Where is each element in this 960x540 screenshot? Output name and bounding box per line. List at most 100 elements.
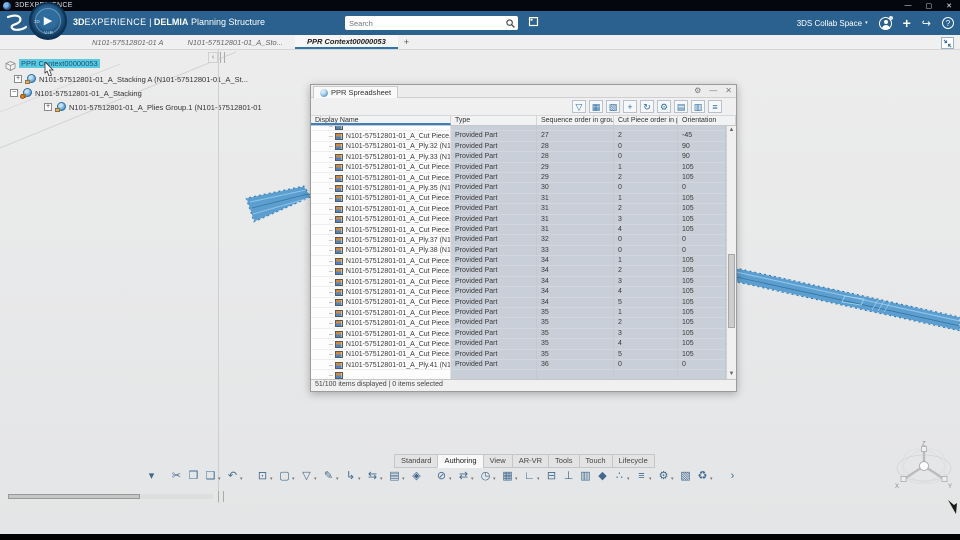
row-cutpiece-cell[interactable]: 4 — [614, 339, 678, 350]
row-cutpiece-cell[interactable]: 0 — [614, 141, 678, 153]
row-sequence-cell[interactable]: 31 — [537, 224, 614, 236]
share-icon[interactable]: ↪ — [922, 17, 931, 30]
table-row[interactable]: N101-57512801-01_A_Ply.33 (N101-...Provi… — [311, 152, 726, 163]
row-sequence-cell[interactable]: 35 — [537, 349, 614, 360]
row-type-cell[interactable]: Provided Part — [451, 328, 537, 340]
row-cutpiece-cell[interactable]: 3 — [614, 276, 678, 288]
delmia-cube-icon[interactable]: ◆ — [595, 469, 610, 484]
panel-list-icon[interactable]: ≡ ▾ — [634, 469, 654, 484]
row-orientation-cell[interactable]: 105 — [678, 256, 726, 267]
table-row[interactable]: N101-57512801-01_A_Cut Piece.59 (...Prov… — [311, 162, 726, 173]
row-name-cell[interactable]: N101-57512801-01_A_Cut Piece.67 (... — [311, 276, 451, 288]
dropdown-caret-icon[interactable]: ▾ — [515, 474, 520, 484]
tag-icon[interactable] — [526, 15, 541, 30]
refresh-icon[interactable]: ↻ — [640, 100, 654, 113]
row-cutpiece-cell[interactable]: 2 — [614, 318, 678, 329]
row-name-cell[interactable]: N101-57512801-01_A_Cut Piece.69 (... — [311, 297, 451, 309]
row-sequence-cell[interactable]: 27 — [537, 131, 614, 142]
table-row[interactable]: N101-57512801-01_A_Cut Piece.66 (...Prov… — [311, 266, 726, 277]
update-recycle-icon[interactable]: ♻ ▾ — [695, 469, 715, 484]
row-name-cell[interactable]: N101-57512801-01_A_Ply.35 (N101-... — [311, 183, 451, 194]
time-analysis-icon[interactable]: ◷ ▾ — [478, 469, 498, 484]
tree-item-label[interactable]: N101-57512801-01_A_Plies Group.1 (N101-5… — [69, 103, 262, 112]
row-name-cell[interactable]: N101-57512801-01_A_Cut Piece.74 (... — [311, 349, 451, 360]
toolbar-tab-standard[interactable]: Standard — [394, 454, 438, 468]
table-row[interactable]: N101-57512801-01_A_Cut Piece.64 (...Prov… — [311, 224, 726, 236]
row-orientation-cell[interactable]: 105 — [678, 224, 726, 236]
row-orientation-cell[interactable]: 105 — [678, 172, 726, 184]
document-tab[interactable]: N101-57512801-01_A_Sto... — [175, 35, 295, 49]
row-type-cell[interactable]: Provided Part — [451, 193, 537, 205]
dropdown-caret-icon[interactable]: ▾ — [380, 474, 385, 484]
table-row[interactable]: N101-57512801-01_A_Cut Piece.58 (...Prov… — [311, 131, 726, 142]
table-row[interactable]: N101-57512801-01_A_Cut Piece.65 (...Prov… — [311, 256, 726, 267]
column-header-type[interactable]: Type — [451, 116, 537, 125]
row-cutpiece-cell[interactable]: 0 — [614, 183, 678, 194]
row-orientation-cell[interactable]: 105 — [678, 193, 726, 205]
row-cutpiece-cell[interactable]: 1 — [614, 308, 678, 319]
user-avatar[interactable] — [878, 15, 893, 30]
tree-item[interactable]: PPR Context00000053 — [5, 58, 100, 71]
row-cutpiece-cell[interactable]: 0 — [614, 235, 678, 246]
row-name-cell[interactable]: N101-57512801-01_A_Cut Piece.65 (... — [311, 256, 451, 267]
table-row[interactable]: N101-57512801-01_A_Cut Piece.67 (...Prov… — [311, 276, 726, 288]
schedule-table-icon[interactable]: ▥ — [578, 469, 593, 484]
dropdown-caret-icon[interactable]: ▾ — [240, 474, 245, 484]
row-name-cell[interactable]: N101-57512801-01_A_Cut Piece.60 (... — [311, 172, 451, 184]
dropdown-caret-icon[interactable]: ▾ — [292, 474, 297, 484]
compass-button[interactable]: ▶ 3D V+R — [29, 2, 67, 40]
create-funnel-icon[interactable]: ▽ ▾ — [299, 469, 319, 484]
row-cutpiece-cell[interactable]: 0 — [614, 152, 678, 163]
row-name-cell[interactable]: N101-57512801-01_A_Ply.33 (N101-... — [311, 152, 451, 163]
dropdown-caret-icon[interactable]: ▾ — [218, 474, 223, 484]
window-settings-icon[interactable]: ⚙ — [694, 86, 701, 95]
row-sequence-cell[interactable]: 34 — [537, 276, 614, 288]
row-orientation-cell[interactable]: 105 — [678, 204, 726, 215]
row-sequence-cell[interactable]: 31 — [537, 214, 614, 225]
elbow-connector-icon[interactable]: ∟ ▾ — [522, 469, 542, 484]
row-name-cell[interactable]: N101-57512801-01_A_Cut Piece.62 (... — [311, 204, 451, 215]
row-name-cell[interactable]: N101-57512801-01_A_Cut Piece.59 (... — [311, 162, 451, 173]
row-type-cell[interactable]: Provided Part — [451, 359, 537, 371]
row-name-cell[interactable]: N101-57512801-01_A_Ply.38 (N101-... — [311, 245, 451, 257]
tree-item[interactable]: + N101-57512801-01_A_Stacking A (N101-575… — [14, 74, 248, 84]
row-cutpiece-cell[interactable]: 2 — [614, 131, 678, 142]
row-display-icon[interactable]: ≡ — [708, 100, 722, 113]
row-orientation-cell[interactable]: 90 — [678, 152, 726, 163]
row-orientation-cell[interactable]: 105 — [678, 287, 726, 298]
filter-icon[interactable]: ▽ — [572, 100, 586, 113]
toolbar-tab-touch[interactable]: Touch — [578, 454, 612, 468]
report-icon[interactable]: ▤ — [674, 100, 688, 113]
dropdown-caret-icon[interactable]: ▾ — [449, 474, 454, 484]
toolbar-overflow-icon[interactable]: ▾ — [144, 469, 159, 484]
io-mapping-icon[interactable]: ⊟ — [544, 469, 559, 484]
row-name-cell[interactable]: N101-57512801-01_A_Cut Piece.72 (... — [311, 328, 451, 340]
more-tools-icon[interactable]: › — [725, 469, 740, 484]
row-type-cell[interactable]: Provided Part — [451, 287, 537, 298]
row-cutpiece-cell[interactable]: 2 — [614, 266, 678, 277]
row-orientation-cell[interactable]: 0 — [678, 183, 726, 194]
dropdown-caret-icon[interactable]: ▾ — [537, 474, 542, 484]
dropdown-caret-icon[interactable]: ▾ — [493, 474, 498, 484]
column-header-orientation[interactable]: Orientation — [678, 116, 736, 125]
compass-play-icon[interactable]: ▶ — [44, 14, 52, 27]
row-type-cell[interactable]: Provided Part — [451, 183, 537, 194]
scroll-up-arrow[interactable]: ▲ — [727, 126, 736, 135]
scrollbar-resize-grip[interactable] — [218, 491, 224, 502]
row-cutpiece-cell[interactable]: 2 — [614, 204, 678, 215]
row-type-cell[interactable]: Provided Part — [451, 276, 537, 288]
row-sequence-cell[interactable]: 28 — [537, 141, 614, 153]
row-type-cell[interactable]: Provided Part — [451, 172, 537, 184]
document-tab[interactable]: N101-57512801-01 A — [80, 35, 175, 49]
column-header-sequence[interactable]: Sequence order in group — [537, 116, 614, 125]
row-name-cell[interactable]: N101-57512801-01_A_Cut Piece.68 (... — [311, 287, 451, 298]
row-type-cell[interactable]: Provided Part — [451, 152, 537, 163]
tools-setup-icon[interactable]: ⚙ ▾ — [656, 469, 676, 484]
sketch-edit-icon[interactable]: ✎ ▾ — [321, 469, 341, 484]
document-edit-icon[interactable]: ▧ — [678, 469, 693, 484]
dropdown-caret-icon[interactable]: ▾ — [671, 474, 676, 484]
fit-view-icon[interactable] — [941, 37, 954, 49]
dropdown-caret-icon[interactable]: ▾ — [710, 474, 715, 484]
tree-item[interactable]: − N101-57512801-01_A_Stacking — [10, 88, 142, 99]
open-ply-book-icon[interactable]: ▢ ▾ — [277, 469, 297, 484]
